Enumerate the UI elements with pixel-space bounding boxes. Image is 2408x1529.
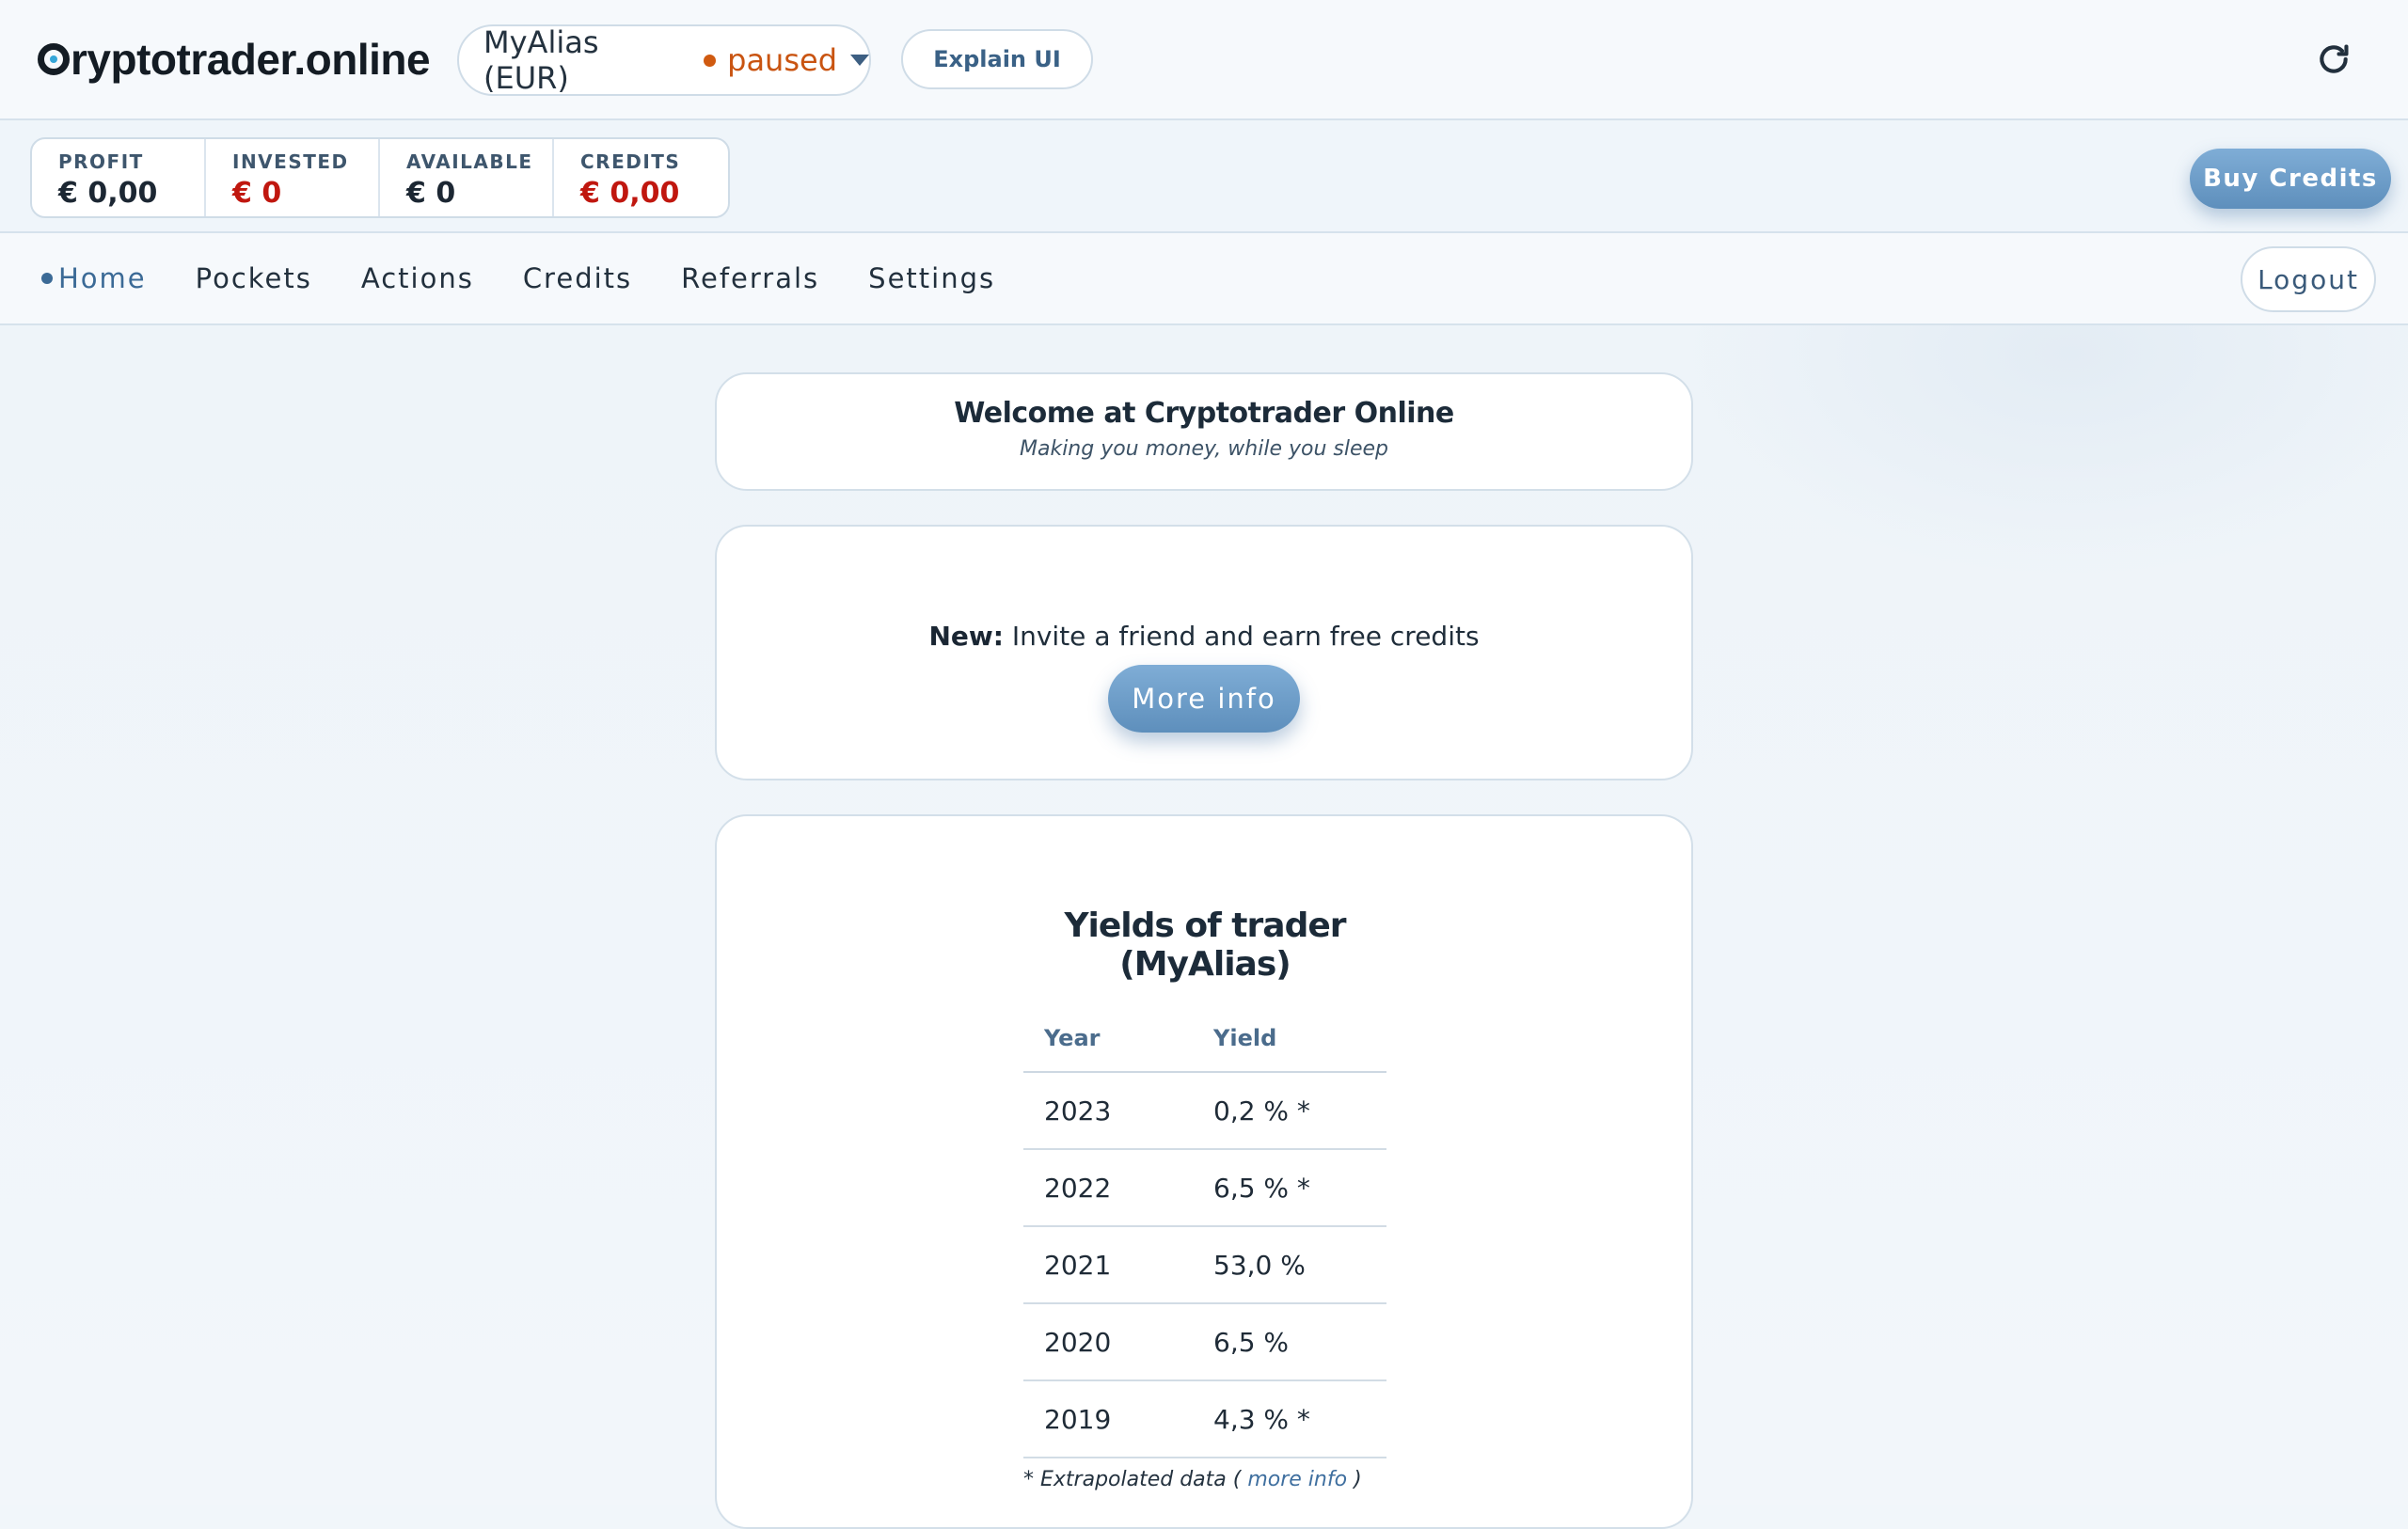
- stat-label: INVESTED: [232, 150, 349, 173]
- invite-prefix: New:: [928, 621, 1004, 652]
- footnote-prefix: * Extrapolated data (: [1023, 1468, 1242, 1491]
- nav-bar: Home Pockets Actions Credits Referrals S…: [0, 233, 2408, 325]
- logout-button[interactable]: Logout: [2241, 246, 2376, 312]
- stat-label: AVAILABLE: [406, 150, 533, 173]
- chevron-down-icon: [850, 55, 869, 66]
- nav-item-referrals[interactable]: Referrals: [681, 262, 819, 294]
- status-dot-icon: [704, 54, 717, 67]
- active-dot-icon: [41, 273, 53, 284]
- column-header-yield: Yield: [1193, 1004, 1386, 1073]
- brand-name: ryptotrader.online: [71, 35, 431, 84]
- year-cell: 2023: [1023, 1072, 1193, 1150]
- table-row: 2022 6,5 % *: [1023, 1149, 1386, 1227]
- table-row: 2020 6,5 %: [1023, 1303, 1386, 1381]
- stat-profit: PROFIT € 0,00: [32, 139, 206, 216]
- stat-invested: INVESTED € 0: [206, 139, 380, 216]
- stat-label: PROFIT: [58, 150, 144, 173]
- extrapolated-footnote: * Extrapolated data ( more info ): [1023, 1468, 1386, 1491]
- welcome-title: Welcome at Cryptotrader Online: [954, 397, 1454, 430]
- top-bar: ryptotrader.online MyAlias (EUR) paused …: [0, 0, 2408, 120]
- stat-value: € 0,00: [580, 177, 680, 210]
- refresh-icon: [2320, 44, 2349, 73]
- brand[interactable]: ryptotrader.online: [38, 34, 431, 85]
- explain-ui-button[interactable]: Explain UI: [901, 29, 1093, 89]
- refresh-button[interactable]: [2310, 36, 2357, 83]
- table-header-row: Year Yield: [1023, 1004, 1386, 1073]
- trader-status: paused: [727, 42, 837, 78]
- nav-item-pockets[interactable]: Pockets: [196, 262, 312, 294]
- main-content: Welcome at Cryptotrader Online Making yo…: [0, 325, 2408, 1529]
- more-info-button[interactable]: More info: [1108, 665, 1300, 733]
- year-cell: 2021: [1023, 1226, 1193, 1304]
- welcome-subtitle: Making you money, while you sleep: [1019, 437, 1388, 461]
- yields-title: Yields of trader (MyAlias): [1064, 906, 1346, 984]
- stat-value: € 0,00: [58, 177, 158, 210]
- year-cell: 2019: [1023, 1380, 1193, 1458]
- stat-value: € 0: [232, 177, 282, 210]
- table-row: 2019 4,3 % *: [1023, 1380, 1386, 1458]
- trader-select[interactable]: MyAlias (EUR) paused: [457, 24, 871, 96]
- yield-cell: 0,2 % *: [1193, 1072, 1386, 1150]
- yields-card: Yields of trader (MyAlias) Year Yield 20…: [715, 814, 1693, 1529]
- invite-card: New: Invite a friend and earn free credi…: [715, 525, 1693, 780]
- stat-credits: CREDITS € 0,00: [554, 139, 728, 216]
- welcome-card: Welcome at Cryptotrader Online Making yo…: [715, 372, 1693, 491]
- nav-item-actions[interactable]: Actions: [361, 262, 474, 294]
- footnote-more-info-link[interactable]: more info: [1241, 1468, 1354, 1491]
- yield-cell: 6,5 %: [1193, 1303, 1386, 1381]
- stat-value: € 0: [406, 177, 456, 210]
- table-row: 2023 0,2 % *: [1023, 1072, 1386, 1150]
- nav-item-home[interactable]: Home: [41, 262, 147, 294]
- trader-alias: MyAlias (EUR): [483, 24, 599, 96]
- yields-table: Year Yield 2023 0,2 % * 2022 6,5 % * 202…: [1023, 1004, 1386, 1458]
- nav-item-credits[interactable]: Credits: [523, 262, 632, 294]
- nav-item-label: Home: [58, 262, 147, 294]
- column-header-year: Year: [1023, 1004, 1193, 1073]
- table-row: 2021 53,0 %: [1023, 1226, 1386, 1304]
- cryptotrader-logo-icon: [38, 43, 70, 75]
- year-cell: 2022: [1023, 1149, 1193, 1227]
- nav-item-settings[interactable]: Settings: [868, 262, 995, 294]
- stats-bar: PROFIT € 0,00 INVESTED € 0 AVAILABLE € 0…: [0, 120, 2408, 233]
- invite-message: Invite a friend and earn free credits: [1003, 621, 1480, 652]
- stat-label: CREDITS: [580, 150, 681, 173]
- nav-items: Home Pockets Actions Credits Referrals S…: [41, 233, 1044, 323]
- yield-cell: 4,3 % *: [1193, 1380, 1386, 1458]
- footnote-suffix: ): [1354, 1468, 1362, 1491]
- buy-credits-button[interactable]: Buy Credits: [2190, 149, 2391, 209]
- yield-cell: 6,5 % *: [1193, 1149, 1386, 1227]
- yields-panel: Yields of trader (MyAlias) Year Yield 20…: [1023, 906, 1386, 1491]
- stat-available: AVAILABLE € 0: [380, 139, 554, 216]
- invite-text: New: Invite a friend and earn free credi…: [717, 621, 1691, 652]
- stats-group: PROFIT € 0,00 INVESTED € 0 AVAILABLE € 0…: [30, 137, 730, 218]
- yield-cell: 53,0 %: [1193, 1226, 1386, 1304]
- year-cell: 2020: [1023, 1303, 1193, 1381]
